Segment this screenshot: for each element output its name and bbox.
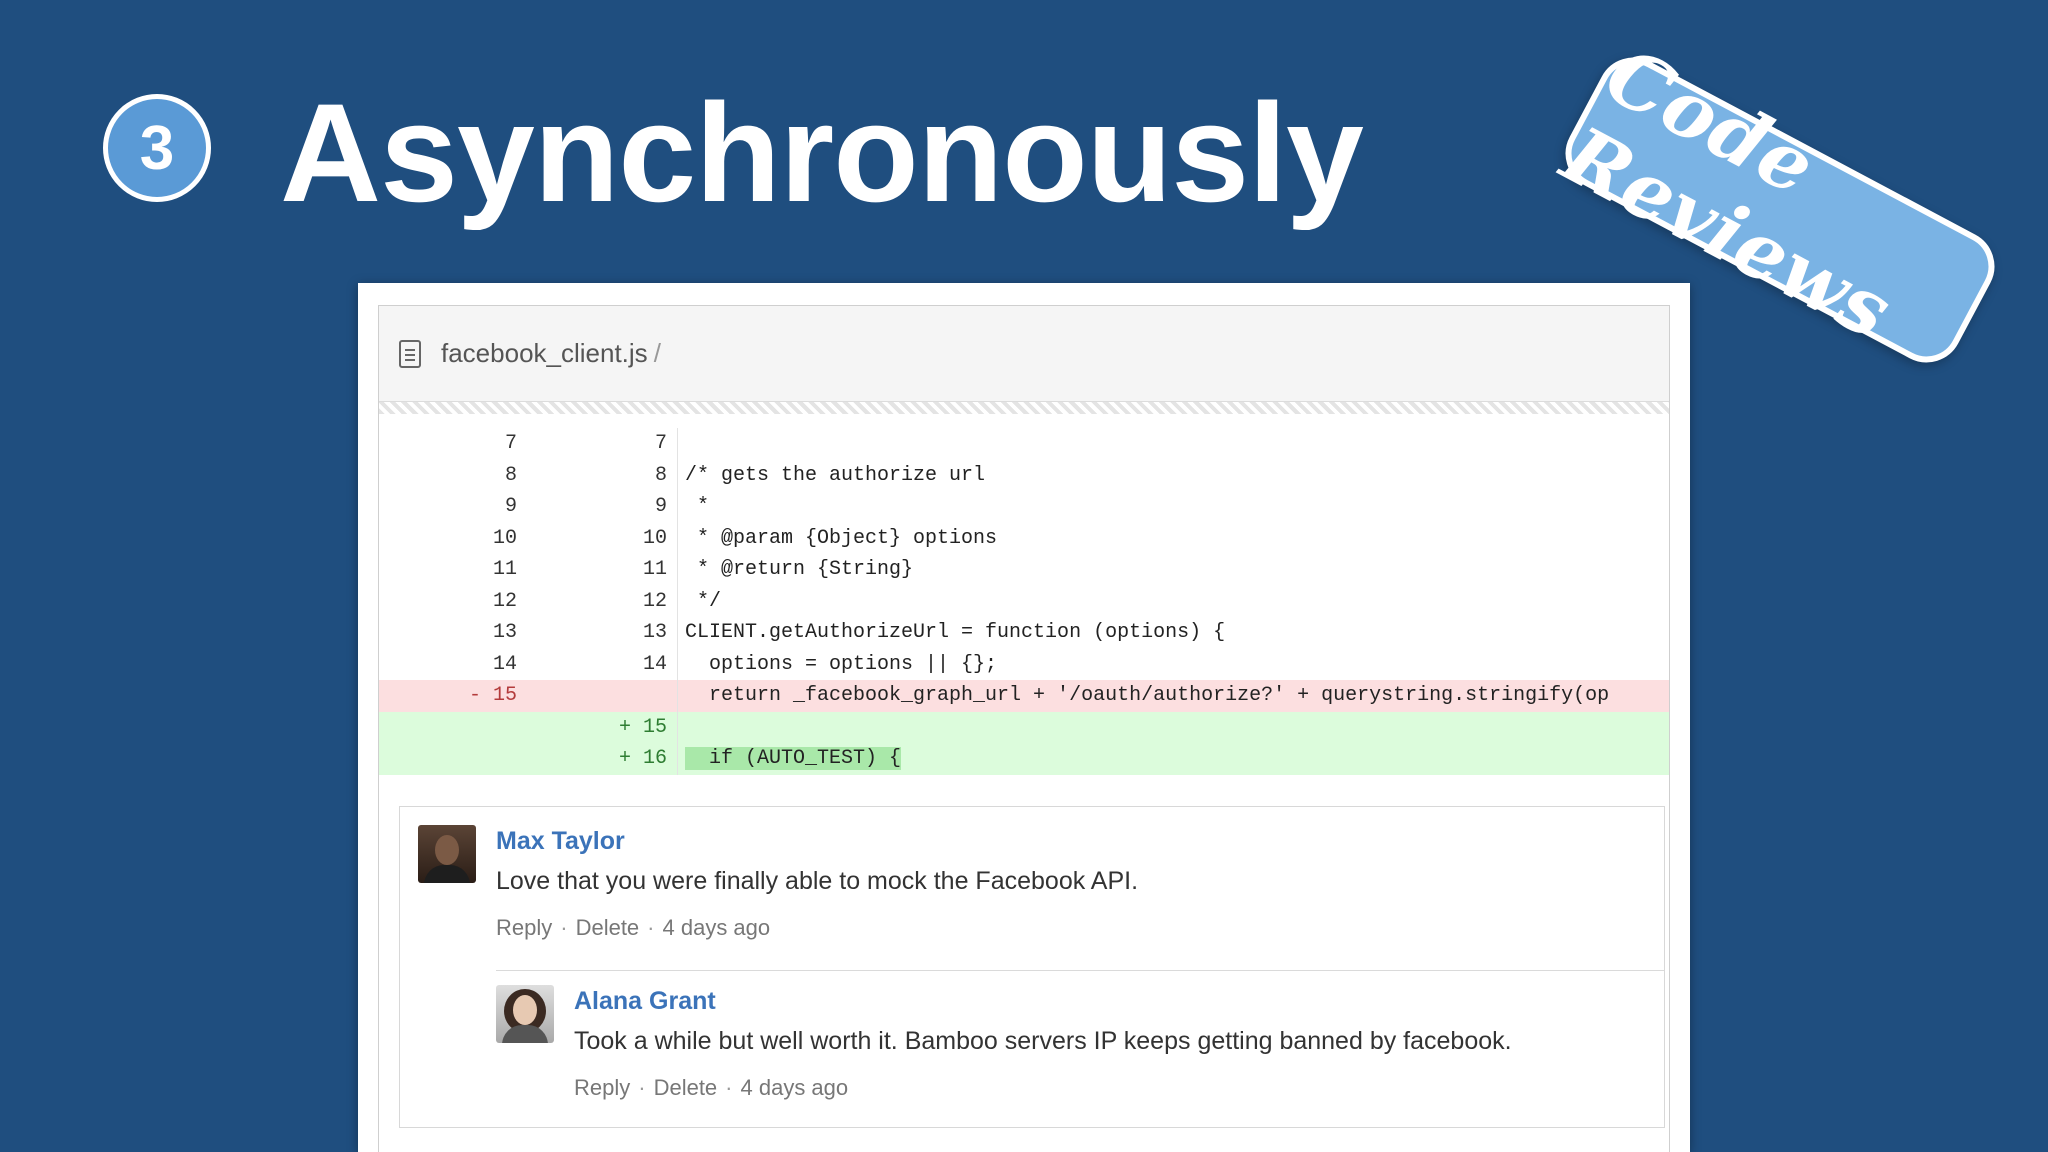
- delete-link[interactable]: Delete: [654, 1075, 718, 1100]
- old-line-number[interactable]: 14: [379, 653, 517, 676]
- code-line: *: [685, 495, 710, 518]
- new-line-number[interactable]: 10: [529, 527, 667, 550]
- code-line: if (AUTO_TEST) {: [685, 747, 902, 770]
- old-line-number[interactable]: - 15: [379, 684, 517, 707]
- new-line-number[interactable]: 11: [529, 558, 667, 581]
- timestamp[interactable]: 4 days ago: [663, 915, 771, 940]
- code-line: * @param {Object} options: [685, 526, 998, 550]
- diff-row: 8 8 /* gets the authorize url: [379, 459, 1669, 491]
- new-line-number[interactable]: 13: [529, 621, 667, 644]
- old-line-number[interactable]: 12: [379, 590, 517, 613]
- comment-actions: Reply · Delete · 4 days ago: [574, 1075, 849, 1100]
- comment-text: Love that you were finally able to mock …: [496, 867, 1139, 895]
- timestamp[interactable]: 4 days ago: [741, 1075, 849, 1100]
- new-line-number[interactable]: 8: [529, 464, 667, 487]
- new-line-number[interactable]: + 15: [529, 716, 667, 739]
- old-line-number[interactable]: 11: [379, 558, 517, 581]
- comment-reply: Alana Grant Took a while but well worth …: [400, 967, 1664, 1127]
- path-separator: /: [653, 338, 661, 368]
- old-line-number[interactable]: 8: [379, 464, 517, 487]
- file-icon: [399, 339, 421, 368]
- delete-link[interactable]: Delete: [576, 915, 640, 940]
- diff-row: 10 10 * @param {Object} options: [379, 522, 1669, 554]
- file-name[interactable]: facebook_client.js: [441, 338, 648, 369]
- code-line: CLIENT.getAuthorizeUrl = function (optio…: [685, 621, 1226, 644]
- new-line-number[interactable]: + 16: [529, 747, 667, 770]
- old-line-number[interactable]: 7: [379, 432, 517, 455]
- code-line: return _facebook_graph_url + '/oauth/aut…: [685, 684, 1610, 707]
- diff-row: 99 *: [379, 491, 1669, 523]
- new-line-number[interactable]: 7: [529, 432, 667, 455]
- diff-row-deleted: - 15 return _facebook_graph_url + '/oaut…: [379, 680, 1669, 712]
- avatar[interactable]: [496, 985, 554, 1043]
- diff-row: 13 13 CLIENT.getAuthorizeUrl = function (o…: [379, 617, 1669, 649]
- old-line-number[interactable]: 13: [379, 621, 517, 644]
- diff-row: 12 12 */: [379, 585, 1669, 617]
- slide-headline: Asynchronously: [280, 74, 1364, 231]
- reply-link[interactable]: Reply: [574, 1075, 630, 1100]
- comment-thread: Max Taylor Love that you were finally ab…: [399, 806, 1665, 1128]
- diff-row: 14 14 options = options || {};: [379, 648, 1669, 680]
- new-line-number[interactable]: 9: [529, 495, 667, 518]
- step-number-badge: 3: [103, 94, 211, 202]
- diff-row-added: + 16 if (AUTO_TEST) {: [379, 743, 1669, 775]
- new-line-number[interactable]: 14: [529, 653, 667, 676]
- comment-author[interactable]: Max Taylor: [496, 827, 625, 856]
- avatar[interactable]: [418, 825, 476, 883]
- code-line: * @return {String}: [685, 558, 914, 581]
- code-line: /* gets the authorize url: [685, 463, 986, 487]
- reply-link[interactable]: Reply: [496, 915, 552, 940]
- code-review-screenshot: facebook_client.js / 77 8 8 /* gets the au…: [358, 283, 1690, 1152]
- new-line-number[interactable]: 12: [529, 590, 667, 613]
- diff-lines: 77 8 8/* gets the authorize url 99 * 10 10…: [379, 428, 1669, 775]
- comment-author[interactable]: Alana Grant: [574, 987, 716, 1016]
- old-line-number[interactable]: 9: [379, 495, 517, 518]
- collapsed-lines-divider[interactable]: [379, 402, 1669, 414]
- old-line-number[interactable]: 10: [379, 527, 517, 550]
- diff-row: 11 11 * @return {String}: [379, 554, 1669, 586]
- diff-panel: facebook_client.js / 77 8 8 /* gets the au…: [378, 305, 1670, 1152]
- code-line: */: [685, 589, 722, 613]
- comment-text: Took a while but well worth it. Bamboo s…: [574, 1027, 1512, 1055]
- diff-row-added: + 15: [379, 711, 1669, 743]
- comment: Max Taylor Love that you were finally ab…: [400, 807, 1664, 967]
- code-line: options = options || {};: [685, 652, 998, 676]
- diff-row: 77: [379, 428, 1669, 460]
- file-header: facebook_client.js /: [379, 306, 1669, 402]
- comment-actions: Reply · Delete · 4 days ago: [496, 915, 771, 940]
